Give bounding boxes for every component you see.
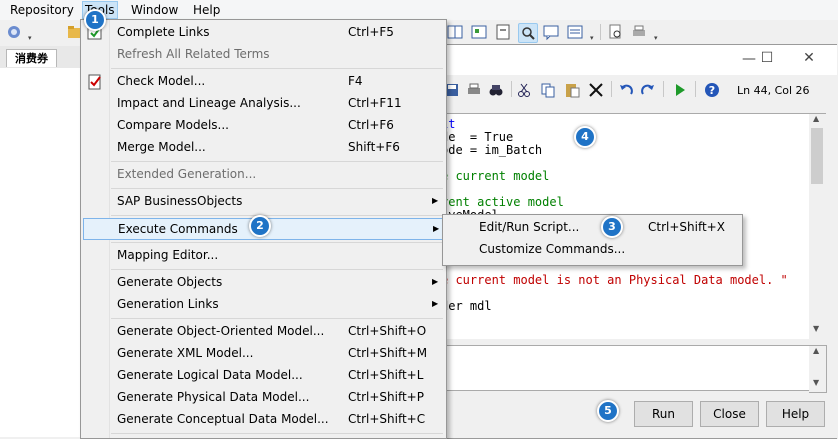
properties-icon[interactable] <box>494 23 512 41</box>
menu-separator <box>111 161 443 162</box>
menu-item-merge-model[interactable]: Merge Model... Shift+F6 <box>81 137 446 159</box>
objects-icon[interactable] <box>5 23 23 41</box>
cut-icon[interactable] <box>515 81 533 99</box>
delete-icon[interactable] <box>587 81 605 99</box>
toolbar-separator <box>611 81 612 97</box>
execute-commands-submenu: Edit/Run Script... Ctrl+Shift+X Customiz… <box>442 214 743 266</box>
output-vertical-scrollbar[interactable]: ▲ ▼ <box>809 345 827 393</box>
submenu-item-edit-run-script[interactable]: Edit/Run Script... Ctrl+Shift+X <box>443 217 742 239</box>
copy-icon[interactable] <box>539 81 557 99</box>
code-line: der mdl <box>441 299 492 313</box>
menu-separator <box>111 433 443 434</box>
diagram-icon[interactable] <box>470 23 488 41</box>
menu-separator <box>111 188 443 189</box>
toolbar-separator <box>695 81 696 97</box>
scroll-down-icon[interactable]: ▼ <box>813 378 819 387</box>
dropdown-icon[interactable]: ▾ <box>654 34 658 42</box>
print-icon[interactable] <box>465 81 483 99</box>
dialog-titlebar: — ☐ ✕ <box>441 45 837 75</box>
run-icon[interactable] <box>671 81 689 99</box>
menu-separator <box>111 68 443 69</box>
menu-item-generate-objects[interactable]: Generate Objects ▶ <box>81 272 446 294</box>
submenu-arrow-icon: ▶ <box>432 196 439 205</box>
callout-badge-5: 5 <box>597 400 619 422</box>
callout-badge-3: 3 <box>601 216 623 238</box>
tab-strip: 消费券 <box>0 46 80 69</box>
scroll-up-icon[interactable]: ▲ <box>813 346 819 355</box>
script-output-pane[interactable] <box>441 345 811 391</box>
cursor-position-status: Ln 44, Col 26 <box>737 84 810 97</box>
menu-separator <box>111 269 443 270</box>
code-line: e current model <box>441 169 550 183</box>
menu-separator <box>111 318 443 319</box>
close-button[interactable]: Close <box>700 401 759 427</box>
check-model-icon <box>87 74 103 93</box>
submenu-arrow-icon: ▶ <box>432 299 439 308</box>
callout-badge-4: 4 <box>574 126 596 148</box>
close-icon[interactable]: ✕ <box>797 50 821 66</box>
comment-icon[interactable] <box>542 23 560 41</box>
menu-item-extended-generation[interactable]: Extended Generation... <box>81 164 446 186</box>
scroll-down-icon[interactable]: ▼ <box>813 324 819 333</box>
find-binoculars-icon[interactable] <box>487 81 505 99</box>
menu-item-generate-xml[interactable]: Generate XML Model... Ctrl+Shift+M <box>81 343 446 365</box>
callout-badge-2: 2 <box>249 215 271 237</box>
menu-item-generate-pdm[interactable]: Generate Physical Data Model... Ctrl+Shi… <box>81 387 446 409</box>
print-icon[interactable] <box>630 23 648 41</box>
menu-window[interactable]: Window <box>129 2 180 18</box>
dropdown-icon[interactable]: ▾ <box>590 34 594 42</box>
undo-icon[interactable] <box>617 81 635 99</box>
code-line: e current model is not an Physical Data … <box>441 273 788 287</box>
code-line: rent active model <box>441 195 564 209</box>
menu-item-refresh-terms[interactable]: Refresh All Related Terms <box>81 44 446 66</box>
workspace-area <box>0 68 80 437</box>
svg-text:?: ? <box>709 84 715 97</box>
list-icon[interactable] <box>566 23 584 41</box>
maximize-icon[interactable]: ☐ <box>755 50 779 66</box>
submenu-arrow-icon: ▶ <box>432 277 439 286</box>
help-icon[interactable]: ? <box>703 81 721 99</box>
toolbar-separator <box>663 81 664 97</box>
menu-item-generate-cdm[interactable]: Generate Conceptual Data Model... Ctrl+S… <box>81 409 446 431</box>
menu-separator <box>111 215 443 216</box>
table-view-icon[interactable] <box>446 23 464 41</box>
submenu-item-customize-commands[interactable]: Customize Commands... <box>443 239 742 261</box>
dropdown-icon[interactable]: ▾ <box>28 34 32 42</box>
print-preview-icon[interactable] <box>606 23 624 41</box>
menu-item-complete-links[interactable]: Complete Links Ctrl+F5 <box>81 22 446 44</box>
scrollbar-thumb[interactable] <box>811 128 823 184</box>
run-button[interactable]: Run <box>634 401 693 427</box>
menu-separator <box>111 242 443 243</box>
menu-item-sap-businessobjects[interactable]: SAP BusinessObjects ▶ <box>81 191 446 213</box>
code-line: de = True <box>441 130 514 144</box>
menu-item-impact-lineage[interactable]: Impact and Lineage Analysis... Ctrl+F11 <box>81 93 446 115</box>
model-tab[interactable]: 消费券 <box>6 49 57 67</box>
menu-item-generate-oom[interactable]: Generate Object-Oriented Model... Ctrl+S… <box>81 321 446 343</box>
menu-item-generation-links[interactable]: Generation Links ▶ <box>81 294 446 316</box>
menu-repository[interactable]: Repository <box>8 2 76 18</box>
menu-item-check-model[interactable]: Check Model... F4 <box>81 71 446 93</box>
callout-badge-1: 1 <box>84 9 106 31</box>
help-button[interactable]: Help <box>766 401 825 427</box>
menu-item-mapping-editor[interactable]: Mapping Editor... <box>81 245 446 267</box>
menu-bar: Repository Tools Window Help <box>0 0 838 21</box>
menu-help[interactable]: Help <box>191 2 222 18</box>
menu-item-compare-models[interactable]: Compare Models... Ctrl+F6 <box>81 115 446 137</box>
code-line: ode = im_Batch <box>441 143 543 157</box>
paste-icon[interactable] <box>563 81 581 99</box>
toolbar-separator <box>511 81 512 97</box>
find-icon[interactable] <box>518 23 538 43</box>
submenu-arrow-icon: ▶ <box>433 224 440 233</box>
toolbar-separator <box>600 24 601 40</box>
editor-vertical-scrollbar[interactable]: ▲ ▼ <box>809 113 826 341</box>
menu-item-generate-ldm[interactable]: Generate Logical Data Model... Ctrl+Shif… <box>81 365 446 387</box>
redo-icon[interactable] <box>639 81 657 99</box>
scroll-up-icon[interactable]: ▲ <box>813 114 819 123</box>
